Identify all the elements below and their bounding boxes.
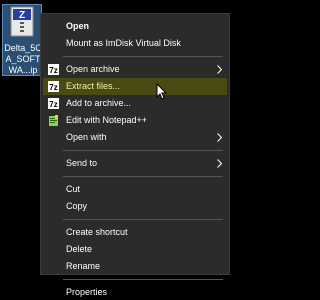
menu-item-copy[interactable]: Copy [43, 198, 227, 215]
menu-separator [63, 279, 223, 280]
menu-item-label: Properties [66, 287, 108, 297]
menu-item-label: Open archive [66, 64, 120, 74]
submenu-arrow-icon [217, 65, 222, 74]
menu-item-label: Open [66, 21, 90, 31]
notepad-plus-plus-icon [49, 115, 58, 126]
menu-separator [63, 56, 223, 57]
svg-text:7z: 7z [49, 100, 57, 109]
menu-separator [63, 176, 223, 177]
menu-item-open-archive[interactable]: 7z Open archive [43, 61, 227, 78]
menu-item-add-to-archive[interactable]: 7z Add to archive... [43, 95, 227, 112]
menu-item-edit-notepad[interactable]: Edit with Notepad++ [43, 112, 227, 129]
zip-archive-icon: Z [10, 6, 34, 37]
menu-item-mount-imdisk[interactable]: Mount as ImDisk Virtual Disk [43, 35, 227, 52]
7zip-icon: 7z [48, 98, 59, 109]
menu-item-label: Edit with Notepad++ [66, 115, 148, 125]
menu-item-properties[interactable]: Properties [43, 284, 227, 300]
menu-item-label: Mount as ImDisk Virtual Disk [66, 38, 181, 48]
menu-item-delete[interactable]: Delete [43, 241, 227, 258]
menu-item-label: Copy [66, 201, 88, 211]
submenu-arrow-icon [217, 159, 222, 168]
svg-text:7z: 7z [49, 83, 57, 92]
menu-item-open[interactable]: Open [43, 18, 227, 35]
menu-item-label: Create shortcut [66, 227, 128, 237]
menu-item-create-shortcut[interactable]: Create shortcut [43, 224, 227, 241]
context-menu: Open Mount as ImDisk Virtual Disk 7z Ope… [40, 13, 230, 297]
menu-item-label: Extract files... [66, 81, 121, 91]
desktop-file-selected[interactable]: Z Delta_5CA_SOFTWA...ip [2, 4, 42, 76]
menu-item-open-with[interactable]: Open with [43, 129, 227, 146]
menu-item-cut[interactable]: Cut [43, 181, 227, 198]
mouse-pointer-icon [156, 83, 167, 100]
menu-item-rename[interactable]: Rename [43, 258, 227, 275]
svg-text:7z: 7z [49, 66, 57, 75]
menu-item-label: Send to [66, 158, 98, 168]
menu-item-label: Open with [66, 132, 107, 142]
menu-item-label: Cut [66, 184, 81, 194]
submenu-arrow-icon [217, 133, 222, 142]
menu-separator [63, 150, 223, 151]
7zip-icon: 7z [48, 81, 59, 92]
menu-item-label: Add to archive... [66, 98, 132, 108]
menu-item-extract-files[interactable]: 7z Extract files... [43, 78, 227, 95]
svg-text:Z: Z [19, 10, 25, 21]
menu-item-send-to[interactable]: Send to [43, 155, 227, 172]
file-name-label: Delta_5CA_SOFTWA...ip [4, 43, 42, 75]
menu-item-label: Delete [66, 244, 93, 254]
menu-separator [63, 219, 223, 220]
desktop-background: Z Delta_5CA_SOFTWA...ip Open Mount as Im… [0, 0, 270, 300]
7zip-icon: 7z [48, 64, 59, 75]
menu-item-label: Rename [66, 261, 101, 271]
